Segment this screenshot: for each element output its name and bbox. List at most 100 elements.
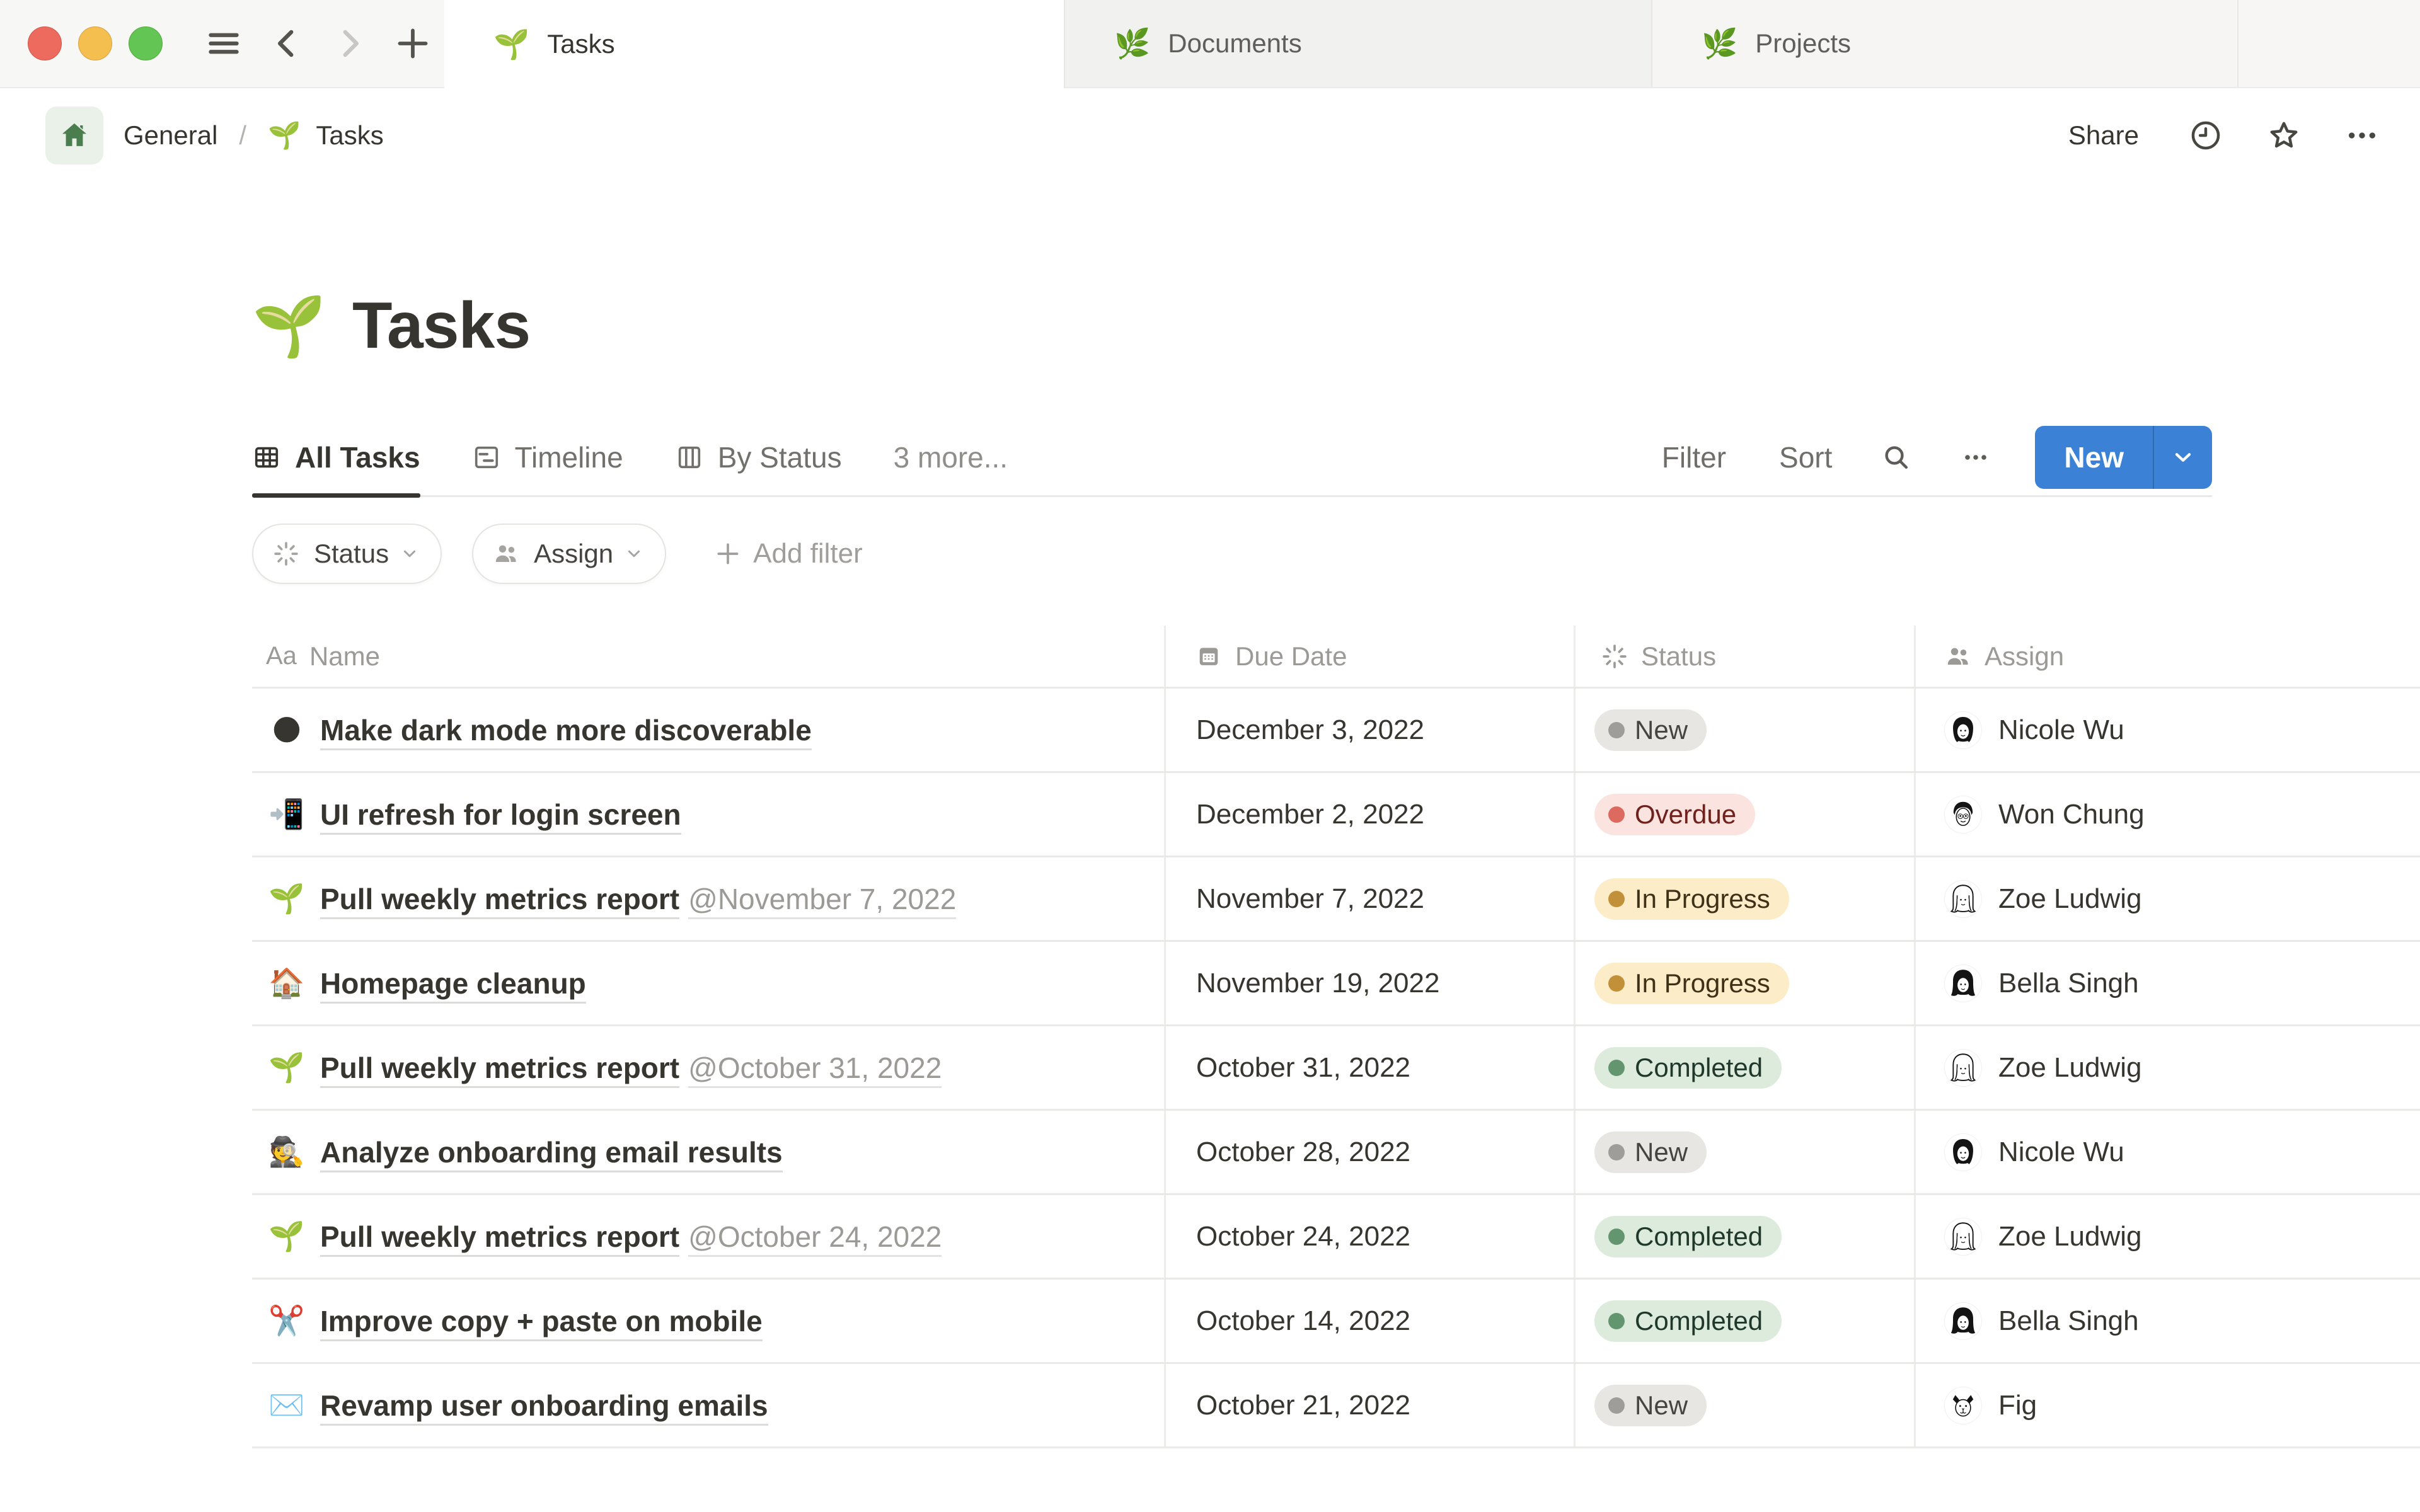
- status-badge[interactable]: Completed: [1594, 1046, 1782, 1089]
- forward-icon[interactable]: [331, 25, 368, 62]
- due-date-cell[interactable]: October 24, 2022: [1166, 1195, 1576, 1278]
- status-badge[interactable]: In Progress: [1594, 962, 1789, 1004]
- assignee-cell[interactable]: Zoe Ludwig: [1916, 1026, 2420, 1109]
- browser-tab-projects[interactable]: 🌿 Projects: [1651, 0, 2237, 88]
- due-date-cell[interactable]: October 21, 2022: [1166, 1364, 1576, 1446]
- avatar: [1944, 964, 1982, 1002]
- table-row[interactable]: 🌱 Pull weekly metrics report @November 7,…: [252, 857, 2420, 942]
- column-header-status[interactable]: Status: [1576, 626, 1916, 687]
- assignee-cell[interactable]: Won Chung: [1916, 773, 2420, 856]
- zoom-window-button[interactable]: [129, 26, 163, 60]
- status-cell[interactable]: Completed: [1576, 1026, 1916, 1109]
- status-badge[interactable]: New: [1594, 709, 1707, 751]
- view-tab-timeline[interactable]: Timeline: [472, 419, 623, 495]
- status-badge[interactable]: Overdue: [1594, 793, 1756, 835]
- status-cell[interactable]: New: [1576, 1111, 1916, 1193]
- status-badge[interactable]: Completed: [1594, 1215, 1782, 1257]
- table-row[interactable]: 🏠 Homepage cleanup November 19, 2022 In …: [252, 942, 2420, 1026]
- table-row[interactable]: ✉️ Revamp user onboarding emails October…: [252, 1364, 2420, 1448]
- new-tab-icon[interactable]: [395, 25, 431, 62]
- avatar: [1944, 879, 1982, 918]
- task-name-link[interactable]: Analyze onboarding email results: [320, 1135, 783, 1172]
- assignee-cell[interactable]: Fig: [1916, 1364, 2420, 1446]
- search-icon[interactable]: [1881, 442, 1911, 472]
- column-header-assign[interactable]: Assign: [1916, 626, 2420, 687]
- menu-icon[interactable]: [205, 25, 242, 62]
- task-name-link[interactable]: Pull weekly metrics report @October 31, 2…: [320, 1051, 942, 1088]
- assignee-cell[interactable]: Nicole Wu: [1916, 1111, 2420, 1193]
- due-date-cell[interactable]: October 14, 2022: [1166, 1280, 1576, 1362]
- page-title[interactable]: 🌱 Tasks: [252, 289, 2420, 364]
- due-date-cell[interactable]: December 2, 2022: [1166, 773, 1576, 856]
- status-cell[interactable]: Completed: [1576, 1280, 1916, 1362]
- assignee-cell[interactable]: Zoe Ludwig: [1916, 857, 2420, 940]
- table-row[interactable]: 🌱 Pull weekly metrics report @October 31,…: [252, 1026, 2420, 1111]
- breadcrumb-workspace[interactable]: General: [124, 120, 217, 151]
- table-row[interactable]: 🕵️ Analyze onboarding email results Octo…: [252, 1111, 2420, 1195]
- table-row[interactable]: ✂️ Improve copy + paste on mobile Octobe…: [252, 1280, 2420, 1364]
- task-emoji-icon: 🌱: [268, 1051, 305, 1084]
- task-name-cell: 🏠 Homepage cleanup: [252, 942, 1166, 1024]
- status-cell[interactable]: In Progress: [1576, 857, 1916, 940]
- share-button[interactable]: Share: [2068, 120, 2139, 151]
- due-date-cell[interactable]: November 19, 2022: [1166, 942, 1576, 1024]
- task-name-link[interactable]: Make dark mode more discoverable: [320, 713, 812, 750]
- assign-filter-chip[interactable]: Assign: [472, 524, 667, 584]
- history-clock-icon[interactable]: [2188, 118, 2223, 153]
- status-filter-chip[interactable]: Status: [252, 524, 442, 584]
- minimize-window-button[interactable]: [78, 26, 112, 60]
- due-date-cell[interactable]: October 28, 2022: [1166, 1111, 1576, 1193]
- table-row[interactable]: 📲 UI refresh for login screen December 2…: [252, 773, 2420, 857]
- browser-tab-documents[interactable]: 🌿 Documents: [1064, 0, 1651, 88]
- status-badge[interactable]: Completed: [1594, 1300, 1782, 1342]
- status-badge[interactable]: New: [1594, 1131, 1707, 1173]
- assignee-cell[interactable]: Nicole Wu: [1916, 689, 2420, 771]
- seedling-icon: 🌱: [493, 27, 530, 60]
- view-tab-by-status[interactable]: By Status: [675, 419, 842, 495]
- assignee-cell[interactable]: Bella Singh: [1916, 1280, 2420, 1362]
- task-name-link[interactable]: Revamp user onboarding emails: [320, 1389, 768, 1426]
- status-dot-icon: [1608, 1143, 1625, 1160]
- new-dropdown-button[interactable]: [2153, 425, 2212, 489]
- assignee-cell[interactable]: Zoe Ludwig: [1916, 1195, 2420, 1278]
- add-filter-button[interactable]: Add filter: [714, 538, 863, 570]
- due-date-cell[interactable]: December 3, 2022: [1166, 689, 1576, 771]
- timeline-icon: [472, 443, 501, 472]
- breadcrumb-page[interactable]: Tasks: [316, 120, 383, 151]
- status-cell[interactable]: In Progress: [1576, 942, 1916, 1024]
- view-options-icon[interactable]: [1961, 442, 1991, 472]
- home-icon[interactable]: [45, 106, 103, 164]
- status-cell[interactable]: New: [1576, 1364, 1916, 1446]
- assignee-cell[interactable]: Bella Singh: [1916, 942, 2420, 1024]
- sort-button[interactable]: Sort: [1779, 440, 1832, 474]
- browser-tab-tasks[interactable]: 🌱 Tasks: [444, 0, 1064, 88]
- view-tab-all-tasks[interactable]: All Tasks: [252, 419, 420, 498]
- more-options-icon[interactable]: [2344, 118, 2380, 153]
- task-name-link[interactable]: Pull weekly metrics report @October 24, 2…: [320, 1220, 942, 1257]
- table-header-row: Aa Name Due Date Status Assign: [252, 626, 2420, 689]
- table-row[interactable]: 🌑 Make dark mode more discoverable Decem…: [252, 689, 2420, 773]
- status-cell[interactable]: Completed: [1576, 1195, 1916, 1278]
- filter-button[interactable]: Filter: [1662, 440, 1726, 474]
- column-header-name[interactable]: Aa Name: [252, 626, 1166, 687]
- status-badge[interactable]: New: [1594, 1384, 1707, 1426]
- task-name-link[interactable]: Pull weekly metrics report @November 7, 2…: [320, 882, 957, 919]
- status-badge[interactable]: In Progress: [1594, 878, 1789, 920]
- view-tabs-row: All Tasks Timeline By Status 3 more... F…: [252, 419, 2212, 498]
- more-views-button[interactable]: 3 more...: [894, 440, 1008, 474]
- task-name-link[interactable]: Improve copy + paste on mobile: [320, 1304, 763, 1341]
- task-name-link[interactable]: UI refresh for login screen: [320, 798, 681, 835]
- due-date-cell[interactable]: November 7, 2022: [1166, 857, 1576, 940]
- new-button[interactable]: New: [2035, 426, 2153, 489]
- chevron-down-icon: [400, 544, 419, 563]
- column-header-due-date[interactable]: Due Date: [1166, 626, 1576, 687]
- task-name-link[interactable]: Homepage cleanup: [320, 966, 586, 1004]
- status-cell[interactable]: New: [1576, 689, 1916, 771]
- status-cell[interactable]: Overdue: [1576, 773, 1916, 856]
- back-icon[interactable]: [268, 25, 305, 62]
- due-date-cell[interactable]: October 31, 2022: [1166, 1026, 1576, 1109]
- close-window-button[interactable]: [28, 26, 62, 60]
- text-type-icon: Aa: [266, 642, 297, 670]
- favorite-star-icon[interactable]: [2266, 118, 2302, 153]
- table-row[interactable]: 🌱 Pull weekly metrics report @October 24,…: [252, 1195, 2420, 1280]
